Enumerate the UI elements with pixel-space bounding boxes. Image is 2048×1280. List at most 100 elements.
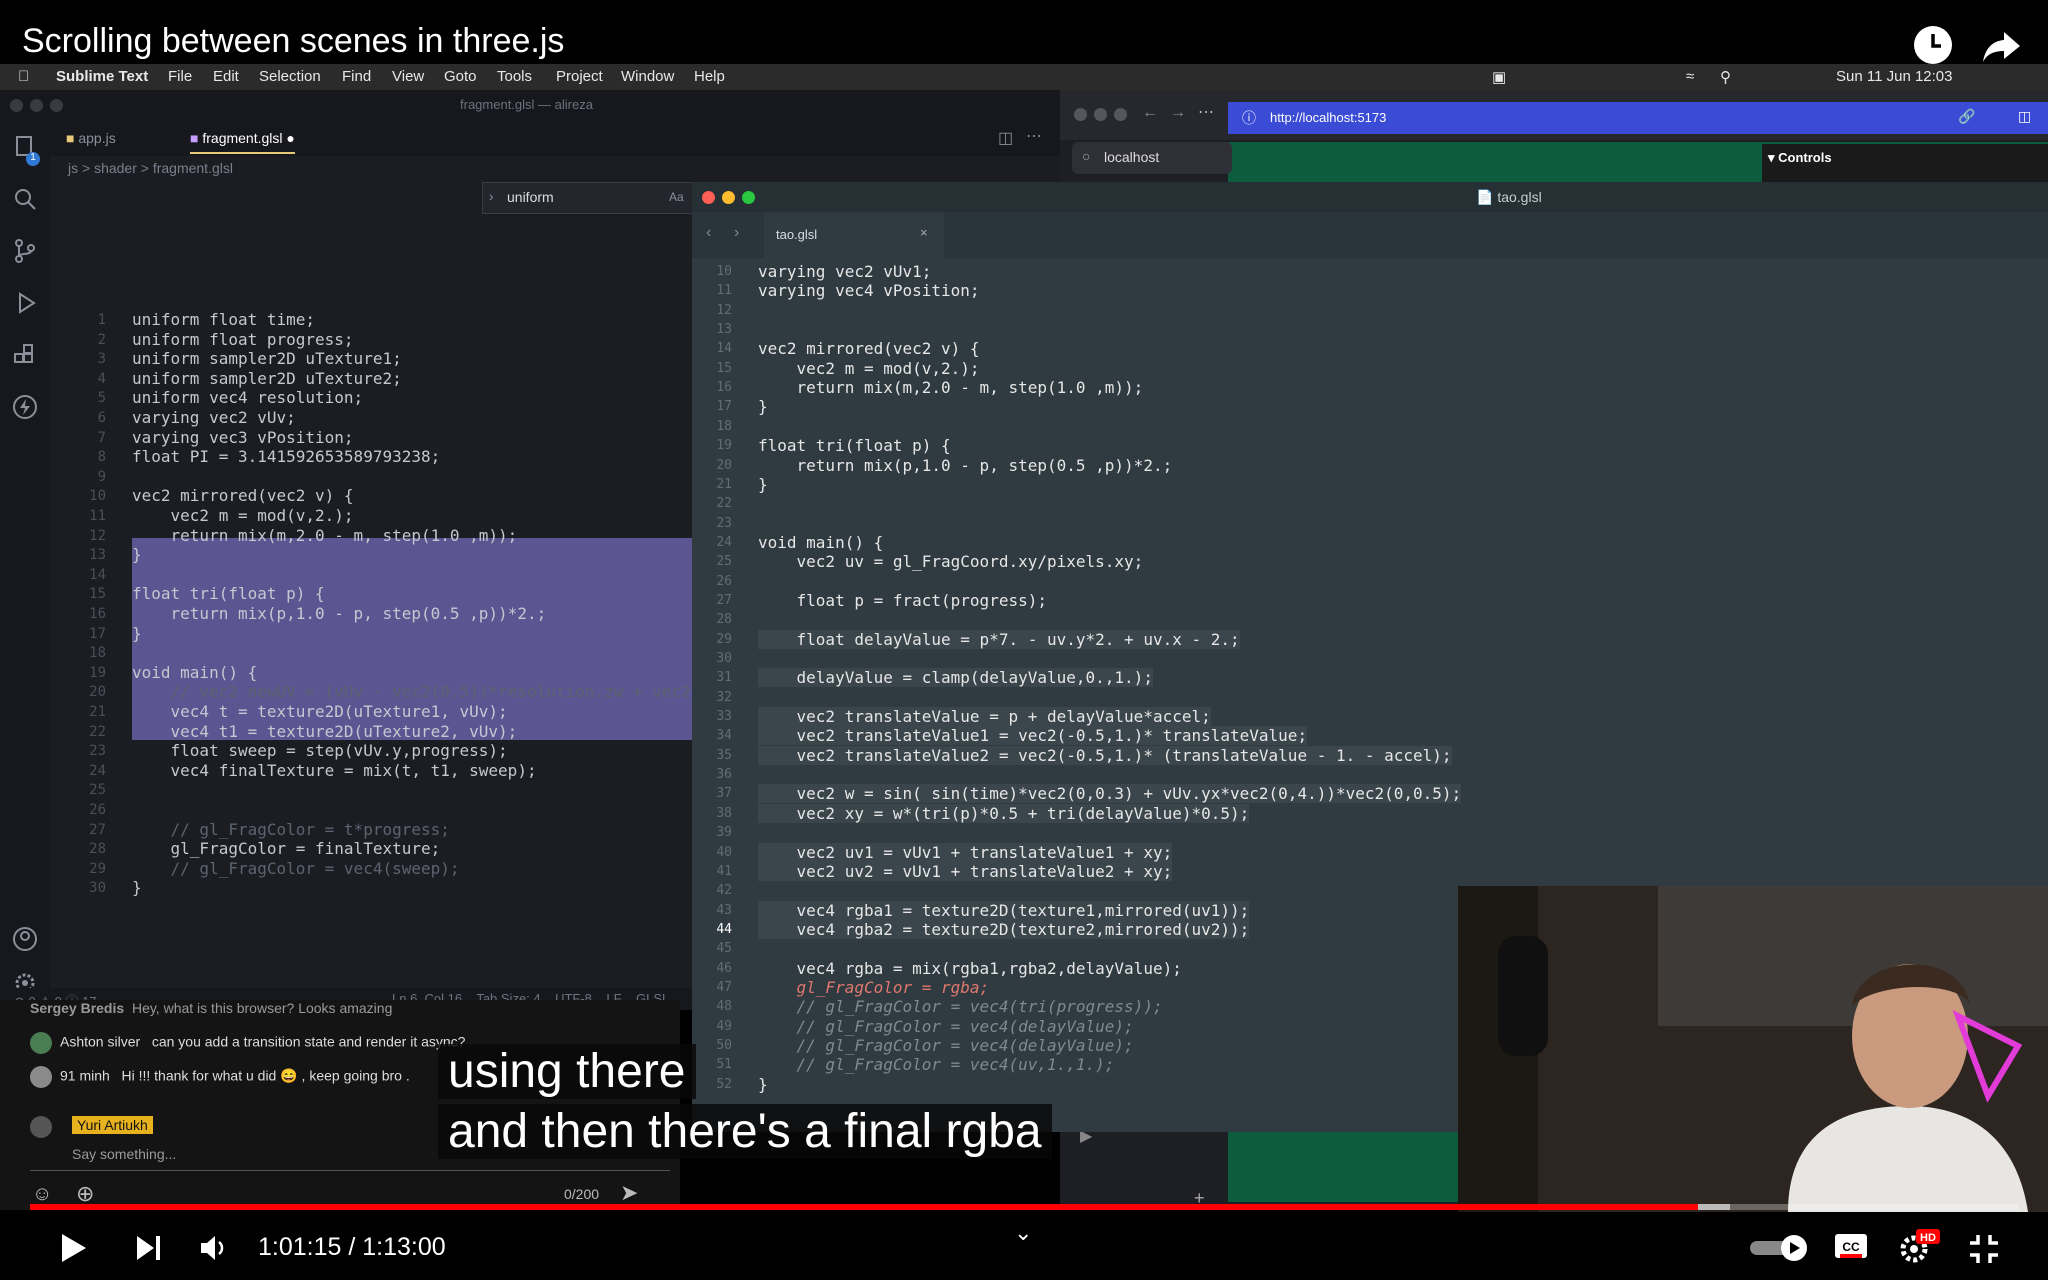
back-icon[interactable]: ‹ [706, 224, 711, 242]
code-line: } [758, 1074, 768, 1094]
tab-app-js[interactable]: ■ app.js [66, 130, 116, 146]
find-expand-chevron-icon[interactable]: › [489, 188, 494, 204]
close-window-button[interactable] [702, 191, 715, 204]
menu-selection[interactable]: Selection [259, 68, 321, 85]
menu-project[interactable]: Project [556, 68, 603, 85]
url-bar[interactable]: ⓘ http://localhost:5173 🔗 ◫ [1228, 102, 2048, 134]
apple-icon[interactable]:  [18, 68, 29, 85]
code-line: vec4 rgba = mix(rgba1,rgba2,delayValue); [758, 958, 1182, 978]
code-line: // gl_FragColor = vec4(sweep); [132, 858, 460, 878]
close-icon[interactable]: × [920, 225, 928, 240]
wifi-icon[interactable]: ≈ [1686, 68, 1694, 85]
minimize-window-button[interactable] [722, 191, 735, 204]
line-number: 23 [716, 515, 732, 531]
code-line: // gl_FragColor = vec4(delayValue); [758, 1036, 1134, 1055]
zoom-window-button[interactable] [50, 99, 63, 112]
cc-icon[interactable]: CC [1834, 1232, 1868, 1262]
exit-fullscreen-icon[interactable] [1968, 1233, 2000, 1265]
line-number: 31 [716, 670, 732, 686]
line-number: 33 [716, 709, 732, 725]
code-line: return mix(m,2.0 - m, step(1.0 ,m)); [132, 525, 518, 545]
menu-app-name[interactable]: Sublime Text [56, 68, 148, 85]
menu-view[interactable]: View [392, 68, 424, 85]
line-number: 24 [716, 534, 732, 550]
share-icon[interactable] [1980, 24, 2022, 66]
vscode-editor[interactable]: 1 uniform float time; 2 uniform float progr… [50, 210, 700, 970]
search-icon[interactable] [12, 186, 38, 212]
menu-edit[interactable]: Edit [213, 68, 239, 85]
line-number: 50 [716, 1038, 732, 1053]
autoplay-toggle-icon[interactable] [1750, 1235, 1814, 1261]
line-number: 28 [716, 612, 732, 628]
menu-window[interactable]: Window [621, 68, 674, 85]
sidebar-icon[interactable]: ◫ [2018, 108, 2031, 125]
code-line: } [758, 397, 768, 417]
line-number: 19 [89, 664, 106, 681]
controls-panel[interactable]: ▾ Controls [1762, 144, 2048, 184]
link-icon[interactable]: 🔗 [1958, 108, 1975, 125]
more-actions-icon[interactable]: ⋯ [1026, 126, 1042, 146]
extensions-icon[interactable] [12, 342, 38, 368]
next-icon[interactable] [134, 1233, 164, 1263]
chat-message: 91 minh Hi !!! thank for what u did 😄 , … [30, 1066, 410, 1088]
line-number: 47 [716, 979, 732, 995]
split-editor-icon[interactable]: ◫ [998, 128, 1013, 148]
find-widget[interactable]: › uniform Aa [482, 182, 694, 214]
lightning-icon[interactable] [12, 394, 38, 420]
minimize-window-button[interactable] [1094, 108, 1107, 121]
menu-file[interactable]: File [168, 68, 192, 85]
zoom-window-button[interactable] [1114, 108, 1127, 121]
forward-icon[interactable]: → [1170, 104, 1186, 122]
line-number: 18 [716, 418, 732, 434]
editor-tabs: ■ app.js ■ fragment.glsl ● ◫ ⋯ [50, 120, 1060, 156]
code-line: vec2 uv1 = vUv1 + translateValue1 + xy; [758, 842, 1173, 862]
search-status-icon[interactable]: ⚲ [1720, 68, 1731, 86]
tab-tao-glsl[interactable]: tao.glsl × [764, 212, 944, 258]
breadcrumb[interactable]: js > shader > fragment.glsl [68, 160, 233, 176]
hd-badge: HD [1920, 1232, 1936, 1244]
menu-find[interactable]: Find [342, 68, 371, 85]
account-icon[interactable] [12, 926, 38, 952]
camera-status-icon[interactable]: ▣ [1492, 68, 1506, 86]
send-icon[interactable]: ➤ [620, 1180, 638, 1206]
volume-icon[interactable] [198, 1233, 228, 1263]
info-icon[interactable]: ⓘ [1242, 108, 1256, 128]
video-title[interactable]: Scrolling between scenes in three.js [22, 22, 564, 61]
chat-input[interactable]: Say something... [72, 1146, 176, 1162]
mac-menubar:  Sublime Text File Edit Selection Find … [0, 64, 2048, 90]
emoji-icon[interactable]: ☺ [32, 1183, 52, 1206]
clock-icon[interactable] [1912, 24, 1954, 66]
menu-help[interactable]: Help [694, 68, 725, 85]
sidebar-tab-localhost[interactable]: ○ localhost [1072, 142, 1232, 174]
vscode-window-title: fragment.glsl — alireza [460, 97, 593, 112]
code-line: } [758, 474, 768, 494]
chevron-down-icon[interactable]: ⌄ [1014, 1220, 1032, 1246]
line-number: 52 [716, 1076, 732, 1092]
play-icon[interactable] [56, 1231, 90, 1265]
find-input[interactable]: uniform [507, 189, 554, 205]
close-window-button[interactable] [1074, 108, 1087, 121]
close-window-button[interactable] [10, 99, 23, 112]
line-number: 22 [716, 496, 732, 512]
line-number: 38 [716, 805, 732, 821]
chat-message: Sergey Bredis Hey, what is this browser?… [30, 1000, 392, 1016]
menubar-datetime[interactable]: Sun 11 Jun 12:03 [1836, 68, 1952, 85]
source-control-icon[interactable] [12, 238, 38, 264]
zoom-window-button[interactable] [742, 191, 755, 204]
menu-goto[interactable]: Goto [444, 68, 477, 85]
code-line: void main() { [758, 532, 884, 552]
url-text[interactable]: http://localhost:5173 [1270, 110, 1386, 125]
run-debug-icon[interactable] [12, 290, 38, 316]
minimize-window-button[interactable] [30, 99, 43, 112]
more-actions-icon[interactable]: ⋯ [1198, 102, 1214, 122]
vscode-titlebar: fragment.glsl — alireza [0, 90, 1060, 120]
settings-icon[interactable]: HD [1898, 1229, 1940, 1265]
controls-title[interactable]: ▾ Controls [1768, 150, 1832, 166]
menu-tools[interactable]: Tools [497, 68, 532, 85]
code-line: vec4 rgba1 = texture2D(texture1,mirrored… [758, 900, 1250, 920]
back-icon[interactable]: ← [1142, 104, 1158, 122]
forward-icon[interactable]: › [734, 224, 739, 242]
line-number: 10 [89, 488, 106, 505]
tab-fragment-glsl[interactable]: ■ fragment.glsl ● [190, 130, 295, 154]
match-case-toggle[interactable]: Aa [669, 190, 684, 204]
